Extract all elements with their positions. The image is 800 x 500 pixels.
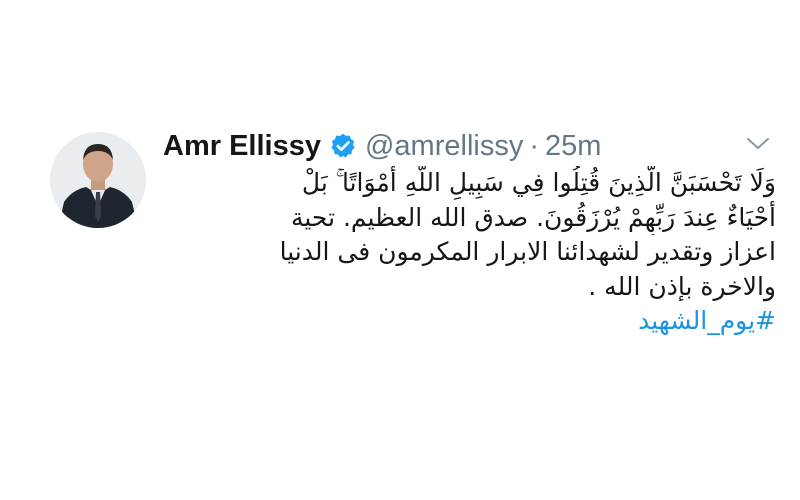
tweet-text: وَلَا تَحْسَبَنَّ الَّذِينَ قُتِلُوا فِي… (160, 166, 776, 339)
tweet-timestamp[interactable]: 25m (545, 130, 601, 163)
tweet-text-line: وَلَا تَحْسَبَنَّ الَّذِينَ قُتِلُوا فِي… (301, 168, 776, 197)
tweet-text-line: والاخرة بإذن الله . (588, 271, 776, 301)
tweet-text-line: اعزاز وتقدير لشهدائنا الابرار المكرمون ف… (279, 237, 776, 266)
tweet-card: Amr Ellissy @amrellissy · 25m وَلَا تَحْ… (0, 0, 800, 500)
author-display-name[interactable]: Amr Ellissy (163, 130, 321, 163)
tweet-text-line: أَحْيَاءٌ عِندَ رَبِّهِمْ يُرْزَقُونَ. ص… (290, 202, 776, 232)
verified-badge-icon (329, 132, 357, 160)
hashtag-link[interactable]: #يوم_الشهيد (160, 304, 776, 339)
chevron-down-icon[interactable] (745, 134, 771, 152)
avatar-image (50, 132, 146, 228)
tweet-header: Amr Ellissy @amrellissy · 25m (163, 126, 601, 166)
avatar[interactable] (50, 132, 146, 228)
author-handle[interactable]: @amrellissy (365, 130, 523, 163)
separator-dot: · (529, 129, 539, 162)
